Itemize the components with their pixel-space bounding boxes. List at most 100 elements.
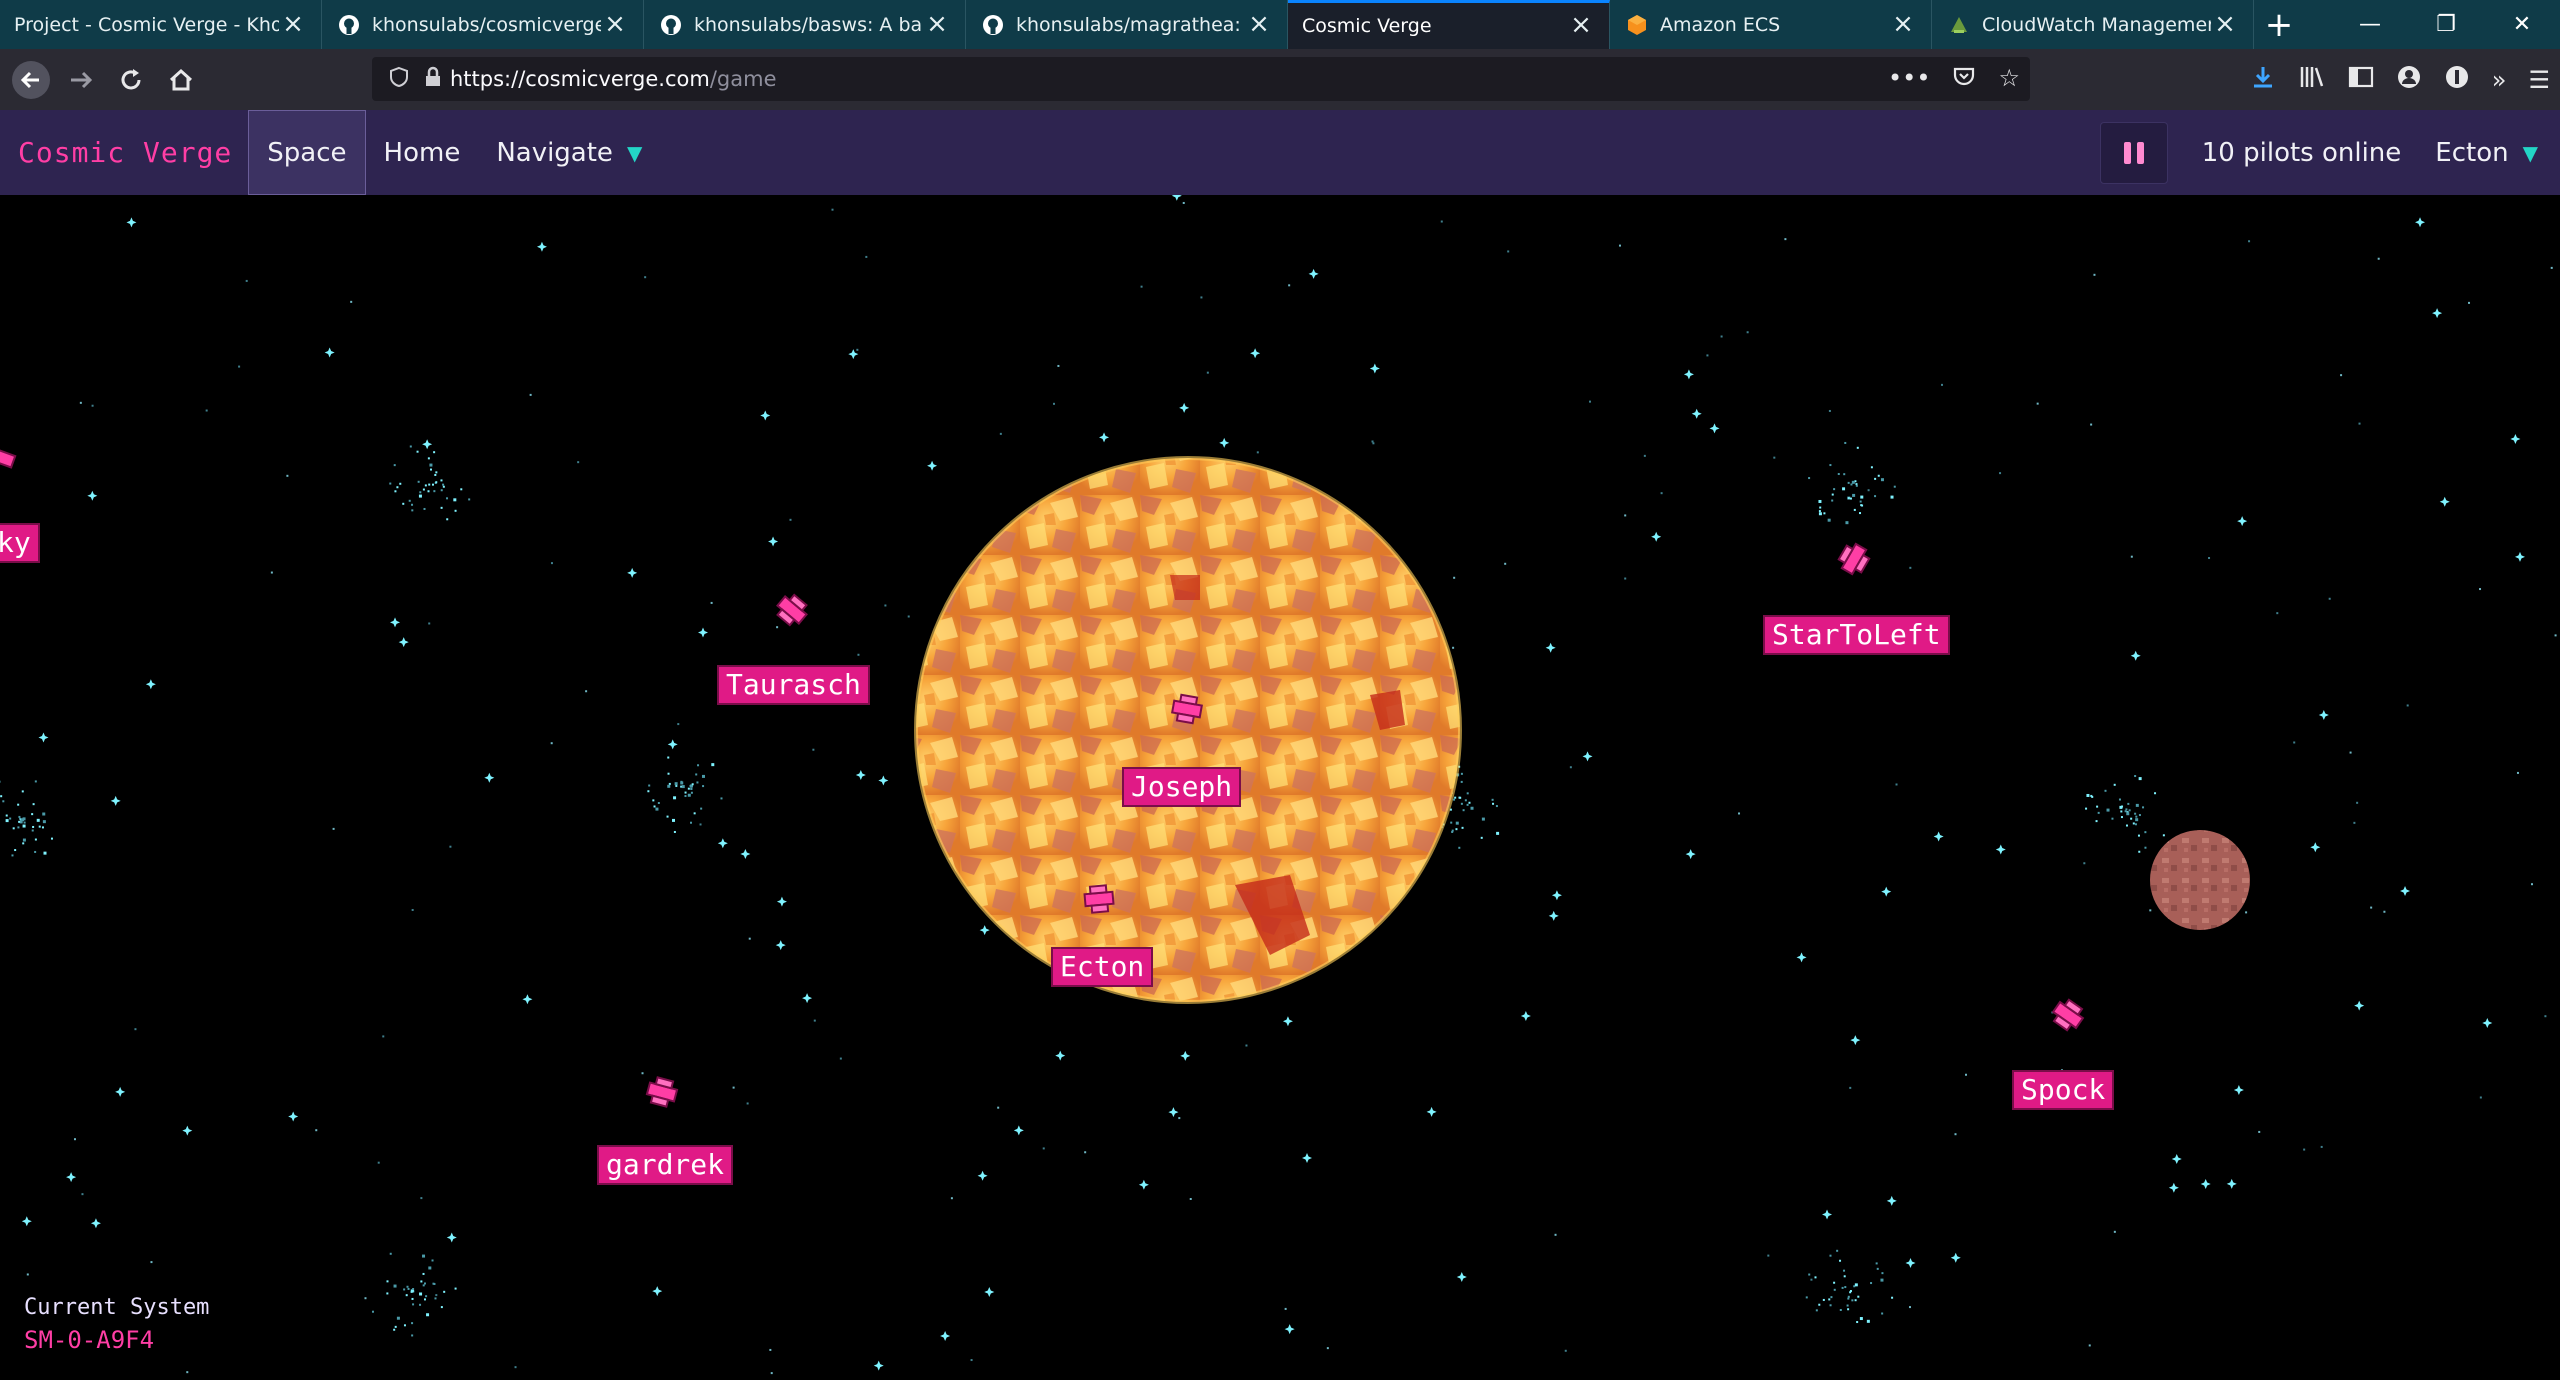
close-icon[interactable]: × — [1245, 11, 1273, 39]
cluster-star — [2125, 808, 2128, 811]
url-actions: ••• ☆ — [1888, 64, 2020, 94]
cluster-star — [405, 1294, 408, 1297]
cluster-star — [687, 793, 691, 797]
home-button[interactable] — [156, 55, 206, 105]
pilot-label-startoleft[interactable]: StarToLeft — [1763, 615, 1950, 655]
star — [411, 908, 414, 911]
cluster-star — [1814, 1276, 1817, 1279]
cluster-star — [1876, 1267, 1879, 1270]
reload-button[interactable] — [106, 55, 156, 105]
cluster-star — [1833, 488, 1836, 491]
tab-github-magrathea[interactable]: khonsulabs/magrathea: A pi × — [966, 0, 1288, 49]
ship-icon[interactable] — [1165, 687, 1209, 731]
close-window-icon[interactable]: ✕ — [2484, 0, 2560, 49]
extension-icon[interactable] — [2444, 64, 2470, 96]
nav-home[interactable]: Home — [366, 110, 479, 195]
cluster-star — [1466, 803, 1469, 806]
star — [350, 300, 353, 303]
pilot-label-ky[interactable]: ky — [0, 523, 40, 563]
tab-github-basws[interactable]: khonsulabs/basws: A basis fo × — [644, 0, 966, 49]
star — [2432, 308, 2443, 319]
minimize-icon[interactable]: — — [2332, 0, 2408, 49]
shield-icon[interactable] — [382, 66, 416, 93]
sidebar-icon[interactable] — [2348, 65, 2374, 95]
user-menu[interactable]: Ecton ▼ — [2435, 138, 2538, 168]
star — [390, 617, 401, 628]
hamburger-menu-icon[interactable]: ☰ — [2528, 66, 2550, 94]
star — [66, 1172, 77, 1183]
cluster-star — [34, 850, 37, 853]
cluster-star — [2106, 808, 2110, 812]
tab-cosmic-verge[interactable]: Cosmic Verge × — [1288, 0, 1610, 49]
pilot-label-gardrek[interactable]: gardrek — [597, 1145, 734, 1185]
star — [1954, 1133, 1957, 1136]
account-icon[interactable] — [2396, 64, 2422, 96]
ship-icon[interactable] — [640, 1070, 684, 1114]
star — [2303, 1148, 2306, 1151]
close-icon[interactable]: × — [2211, 11, 2239, 39]
cluster-star — [440, 1306, 443, 1309]
app-logo[interactable]: Cosmic Verge — [0, 110, 248, 195]
star — [770, 1372, 773, 1375]
cluster-star — [1460, 802, 1463, 805]
cluster-star — [411, 1334, 414, 1337]
cluster-star — [1829, 464, 1832, 467]
close-icon[interactable]: × — [923, 11, 951, 39]
ship-icon[interactable] — [0, 435, 22, 479]
tab-project[interactable]: Project - Cosmic Verge - Khonsul × — [0, 0, 322, 49]
close-icon[interactable]: × — [1889, 11, 1917, 39]
nav-space-label: Space — [267, 137, 347, 168]
cluster-star — [1805, 1296, 1808, 1299]
page-actions-icon[interactable]: ••• — [1888, 64, 1930, 94]
close-icon[interactable]: × — [1567, 12, 1595, 40]
cluster-star — [1845, 521, 1849, 525]
url-host: https://cosmicverge.com — [450, 67, 710, 91]
pilot-label-joseph[interactable]: Joseph — [1122, 767, 1242, 807]
back-button[interactable] — [6, 55, 56, 105]
pilot-label-taurasch[interactable]: Taurasch — [717, 665, 870, 705]
new-tab-button[interactable]: + — [2254, 0, 2304, 49]
star — [150, 1261, 153, 1264]
pocket-icon[interactable] — [1952, 64, 1976, 94]
restore-icon[interactable]: ❐ — [2408, 0, 2484, 49]
star — [813, 1019, 816, 1022]
cluster-star — [1815, 1309, 1818, 1312]
cluster-star — [1847, 497, 1850, 500]
small-planet[interactable] — [2150, 830, 2250, 930]
cluster-star — [424, 1282, 427, 1285]
bookmark-star-icon[interactable]: ☆ — [1998, 64, 2020, 94]
cluster-star — [399, 482, 402, 485]
cluster-star — [691, 783, 694, 786]
url-bar[interactable]: https://cosmicverge.com/game ••• ☆ — [372, 57, 2030, 101]
header-right: 10 pilots online Ecton ▼ — [2099, 110, 2560, 195]
star — [270, 571, 273, 574]
library-icon[interactable] — [2298, 64, 2326, 96]
star — [2328, 597, 2331, 600]
cluster-star — [1844, 1286, 1847, 1289]
forward-button[interactable] — [56, 55, 106, 105]
cluster-star — [690, 821, 693, 824]
star — [1554, 1233, 1557, 1236]
tab-cloudwatch[interactable]: CloudWatch Management C × — [1932, 0, 2254, 49]
pause-button[interactable] — [2099, 121, 2168, 184]
cluster-star — [396, 1316, 400, 1320]
close-icon[interactable]: × — [601, 11, 629, 39]
ship-icon[interactable] — [770, 588, 814, 632]
ship-icon[interactable] — [1077, 877, 1121, 921]
star — [1738, 812, 1741, 815]
game-canvas[interactable]: Taurasch Joseph Ecton StarToLeft Spock g… — [0, 195, 2560, 1380]
ship-icon[interactable] — [2046, 993, 2090, 1037]
star — [1569, 766, 1572, 769]
ship-icon[interactable] — [1832, 537, 1876, 581]
pilot-label-spock[interactable]: Spock — [2012, 1070, 2115, 1110]
tab-amazon-ecs[interactable]: Amazon ECS × — [1610, 0, 1932, 49]
download-icon[interactable] — [2250, 64, 2276, 96]
nav-navigate[interactable]: Navigate ▼ — [478, 110, 660, 195]
tab-github-cosmicverge[interactable]: khonsulabs/cosmicverge × — [322, 0, 644, 49]
overflow-menu-icon[interactable]: » — [2492, 66, 2507, 94]
pilot-label-ecton[interactable]: Ecton — [1051, 947, 1154, 987]
star — [732, 1086, 735, 1089]
nav-space[interactable]: Space — [248, 110, 366, 195]
lock-icon[interactable] — [416, 66, 450, 93]
close-icon[interactable]: × — [279, 11, 307, 39]
